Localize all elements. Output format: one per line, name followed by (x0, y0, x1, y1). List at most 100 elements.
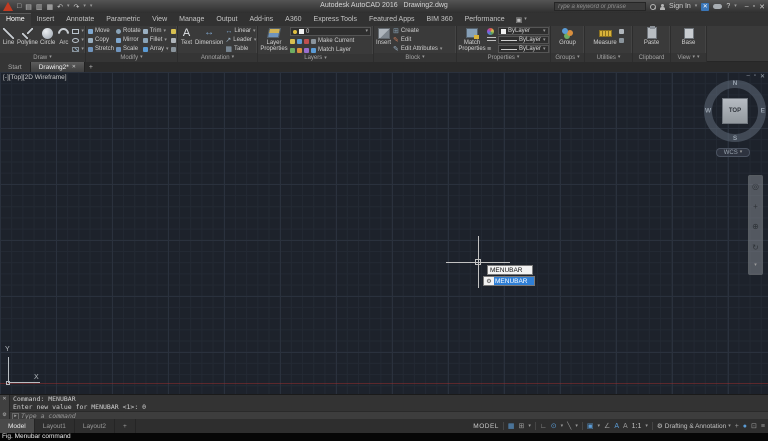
table-button[interactable]: ▦Table (225, 45, 256, 53)
panel-title-draw[interactable]: Draw▾ (0, 53, 85, 62)
tab-annotate[interactable]: Annotate (60, 13, 100, 26)
polar-tracking-icon[interactable]: ⊙ (551, 423, 557, 430)
signin-avatar-icon[interactable] (660, 4, 665, 10)
viewport-minimize-icon[interactable]: – (746, 73, 749, 80)
rectangle-button[interactable]: ▾ (72, 27, 84, 35)
a360-cloud-icon[interactable] (713, 4, 722, 9)
edit-attributes-button[interactable]: ✎Edit Attributes▾ (393, 45, 442, 53)
annotation-monitor-icon[interactable]: + (735, 423, 739, 430)
base-button[interactable]: Base (682, 27, 696, 46)
text-button[interactable]: A Text (180, 27, 193, 46)
tab-manage[interactable]: Manage (173, 13, 210, 26)
viewport-close-icon[interactable]: ✕ (760, 73, 765, 80)
panel-title-modify[interactable]: Modify▾ (86, 53, 177, 62)
polar-dropdown-icon[interactable]: ▾ (561, 424, 564, 429)
tab-addins[interactable]: Add-ins (243, 13, 279, 26)
annotation-visibility-icon[interactable]: A (614, 423, 619, 430)
offset-button[interactable] (171, 45, 176, 53)
scale-dropdown-icon[interactable]: ▾ (645, 424, 648, 429)
dimension-button[interactable]: ↔ Dimension (195, 27, 223, 46)
grid-toggle-icon[interactable]: ▦ (508, 423, 515, 430)
command-close-icon[interactable]: ✕ (2, 396, 6, 402)
ribbon-display-icon[interactable]: ▣ (516, 16, 523, 24)
mirror-button[interactable]: Mirror (116, 36, 141, 44)
customization-menu-icon[interactable]: ≡ (761, 423, 765, 430)
panel-title-layers[interactable]: Layers▾ (258, 54, 373, 62)
trim-button[interactable]: Trim▾ (143, 27, 169, 35)
ellipse-button[interactable]: ▾ (72, 36, 84, 44)
osnap-dropdown-icon[interactable]: ▾ (598, 424, 601, 429)
redo-icon[interactable]: ↷ (74, 3, 80, 11)
tab-output[interactable]: Output (210, 13, 243, 26)
hatch-button[interactable]: ▾ (72, 45, 84, 53)
layout2-tab[interactable]: Layout2 (75, 419, 115, 433)
linetype-button[interactable]: ≡ (487, 45, 496, 53)
drawing-canvas[interactable]: [-][Top][2D Wireframe] – ▫ ✕ N S W E TOP… (0, 72, 768, 394)
file-tab-drawing2[interactable]: Drawing2* ✕ (31, 62, 85, 72)
wcs-selector[interactable]: WCS▾ (716, 148, 750, 157)
edit-block-button[interactable]: ✎Edit (393, 36, 442, 44)
tab-performance[interactable]: Performance (459, 13, 511, 26)
tab-bim360[interactable]: BIM 360 (421, 13, 459, 26)
osnap-toggle-icon[interactable]: ▣ (587, 423, 594, 430)
minimize-button[interactable]: – (745, 3, 749, 11)
snap-dropdown-icon[interactable]: ▾ (528, 424, 531, 429)
ribbon-display-dropdown-icon[interactable]: ▾ (524, 17, 527, 22)
new-icon[interactable]: □ (17, 3, 21, 10)
file-tab-close-icon[interactable]: ✕ (72, 64, 76, 70)
panel-title-utilities[interactable]: Utilities▾ (585, 53, 632, 62)
circle-button[interactable]: Circle (40, 27, 55, 46)
layer-select[interactable]: 0 ▾ (290, 27, 371, 36)
tab-express-tools[interactable]: Express Tools (308, 13, 363, 26)
panel-title-properties[interactable]: Properties▾ (457, 53, 550, 62)
snap-toggle-icon[interactable]: ⊞ (519, 423, 525, 430)
command-line-grip[interactable]: ✕ ⚙ (0, 395, 10, 419)
lineweight-select[interactable]: ByLayer ▾ (498, 36, 549, 44)
undo-dropdown-icon[interactable]: ▾ (67, 4, 70, 9)
save-icon[interactable]: ▥ (36, 3, 43, 11)
measure-button[interactable]: Measure (593, 27, 616, 46)
search-input[interactable] (554, 2, 646, 11)
panel-title-view[interactable]: View▾▾ (671, 53, 706, 62)
help-icon[interactable]: ? (726, 3, 730, 10)
close-button[interactable]: ✕ (759, 3, 765, 11)
make-current-button[interactable]: Make Current (290, 37, 371, 45)
viewport-restore-icon[interactable]: ▫ (754, 73, 756, 80)
workspace-switcher[interactable]: ⚙ Drafting & Annotation ▾ (657, 422, 731, 430)
tab-insert[interactable]: Insert (31, 13, 61, 26)
signin-label[interactable]: Sign In (669, 3, 691, 10)
viewcube-south[interactable]: S (733, 135, 737, 142)
rotate-button[interactable]: Rotate (116, 27, 141, 35)
line-button[interactable]: Line (2, 27, 15, 46)
open-icon[interactable]: ▤ (25, 3, 32, 11)
fillet-button[interactable]: Fillet▾ (143, 36, 169, 44)
ortho-toggle-icon[interactable]: ∟ (540, 423, 547, 430)
scale-button[interactable]: Scale (116, 45, 141, 53)
orbit-icon[interactable]: ↻ (752, 243, 759, 252)
create-block-button[interactable]: ⊞Create (393, 27, 442, 35)
qat-customize-icon[interactable]: ▾ (90, 4, 93, 9)
tab-view[interactable]: View (146, 13, 173, 26)
array-button[interactable]: Array▾ (143, 45, 169, 53)
redo-dropdown-icon[interactable]: ▾ (83, 4, 86, 9)
steering-wheel-icon[interactable]: ◎ (752, 182, 759, 191)
panel-title-groups[interactable]: Groups▾ (551, 53, 584, 62)
move-button[interactable]: Move (88, 27, 114, 35)
exchange-apps-icon[interactable]: ✕ (701, 3, 709, 11)
tab-parametric[interactable]: Parametric (100, 13, 146, 26)
paste-button[interactable]: Paste (644, 27, 659, 46)
undo-icon[interactable]: ↶ (57, 3, 63, 11)
linetype-select[interactable]: ByLayer ▾ (498, 45, 549, 53)
panel-title-annotation[interactable]: Annotation▾ (178, 53, 257, 62)
lineweight-button[interactable] (487, 36, 496, 44)
quick-calc-button[interactable] (619, 36, 624, 44)
command-customize-icon[interactable]: ⚙ (2, 412, 6, 418)
autocad-logo-icon[interactable] (3, 2, 13, 11)
isodraft-dropdown-icon[interactable]: ▾ (575, 424, 578, 429)
polyline-button[interactable]: Polyline (17, 27, 38, 46)
copy-button[interactable]: Copy (88, 36, 114, 44)
panel-title-block[interactable]: Block▾ (374, 53, 456, 62)
new-layout-button[interactable]: + (115, 419, 136, 433)
tab-home[interactable]: Home (0, 13, 31, 26)
viewport-controls-label[interactable]: [-][Top][2D Wireframe] (3, 74, 67, 81)
